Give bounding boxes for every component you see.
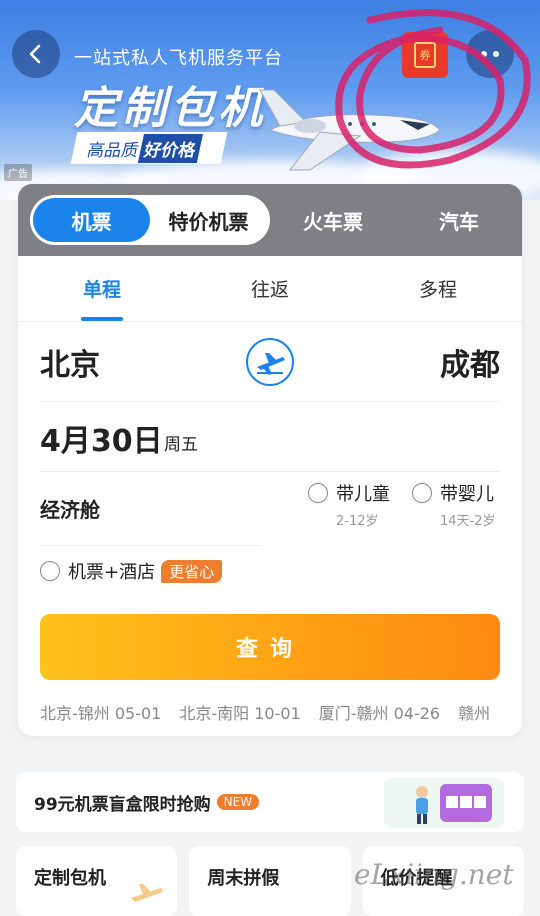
booking-card: 机票 特价机票 火车票 汽车 单程 往返 多程 北京 成都 4月30日 周五 经… [18, 184, 522, 736]
hotel-row: 机票+酒店 更省心 [18, 546, 522, 594]
tile-charter[interactable]: 定制包机 [16, 846, 178, 916]
scribble-annotation [335, 9, 531, 169]
tab-multi-city[interactable]: 多程 [354, 256, 522, 321]
with-infant-label: 带婴儿 [440, 484, 494, 505]
tab-one-way[interactable]: 单程 [18, 256, 186, 321]
cabin-class-selector[interactable]: 经济舱 [40, 494, 100, 523]
swap-cities-button[interactable] [246, 338, 294, 386]
flight-hotel-radio[interactable]: 机票+酒店 更省心 [40, 558, 223, 584]
trip-type-tabs: 单程 往返 多程 [18, 256, 522, 322]
tab-round-trip[interactable]: 往返 [186, 256, 354, 321]
history-item[interactable]: 厦门-赣州 04-26 [319, 700, 440, 724]
departure-date: 4月30日 [40, 424, 163, 459]
tile-weekend-trip[interactable]: 周末拼假 [189, 846, 351, 916]
plane-swap-icon [257, 353, 285, 375]
infant-age-hint: 14天-2岁 [440, 514, 496, 529]
search-button[interactable]: 查询 [40, 614, 500, 680]
new-badge: NEW [216, 794, 260, 810]
history-item[interactable]: 北京-锦州 05-01 [40, 700, 161, 724]
tab-special-flights[interactable]: 特价机票 [150, 198, 267, 242]
date-row[interactable]: 4月30日 周五 [18, 402, 522, 472]
with-infant-radio[interactable]: 带婴儿 [412, 480, 494, 506]
radio-circle [40, 561, 60, 581]
departure-city[interactable]: 北京 [40, 340, 100, 384]
blind-box-illustration [384, 778, 504, 828]
weekday: 周五 [164, 435, 198, 455]
promo-text: 99元机票盲盒限时抢购 [34, 794, 211, 815]
history-item[interactable]: 赣州 [458, 700, 490, 724]
plane-icon [131, 884, 164, 902]
route-row: 北京 成都 [18, 322, 522, 402]
tab-flights[interactable]: 机票 [33, 198, 150, 242]
arrival-city[interactable]: 成都 [440, 340, 500, 384]
watermark: eLxiing.net [354, 858, 514, 891]
flight-hotel-label: 机票+酒店 [68, 562, 156, 583]
promo-banner[interactable]: 99元机票盲盒限时抢购 NEW [16, 772, 524, 832]
history-item[interactable]: 北京-南阳 10-01 [179, 700, 300, 724]
child-age-hint: 2-12岁 [336, 514, 379, 529]
with-child-radio[interactable]: 带儿童 [308, 480, 390, 506]
radio-circle [412, 483, 432, 503]
tab-trains[interactable]: 火车票 [270, 206, 396, 235]
cabin-row: 经济舱 带儿童 2-12岁 带婴儿 14天-2岁 [18, 472, 522, 546]
mode-tabs: 机票 特价机票 火车票 汽车 [18, 184, 522, 256]
tile-charter-label: 定制包机 [34, 868, 106, 889]
mode-pill: 机票 特价机票 [30, 195, 270, 245]
hotel-badge: 更省心 [161, 559, 223, 583]
radio-circle [308, 483, 328, 503]
with-child-label: 带儿童 [336, 484, 390, 505]
search-history: 北京-锦州 05-01 北京-南阳 10-01 厦门-赣州 04-26 赣州 [40, 700, 490, 724]
tab-bus[interactable]: 汽车 [396, 206, 522, 235]
tile-weekend-label: 周末拼假 [207, 868, 280, 889]
